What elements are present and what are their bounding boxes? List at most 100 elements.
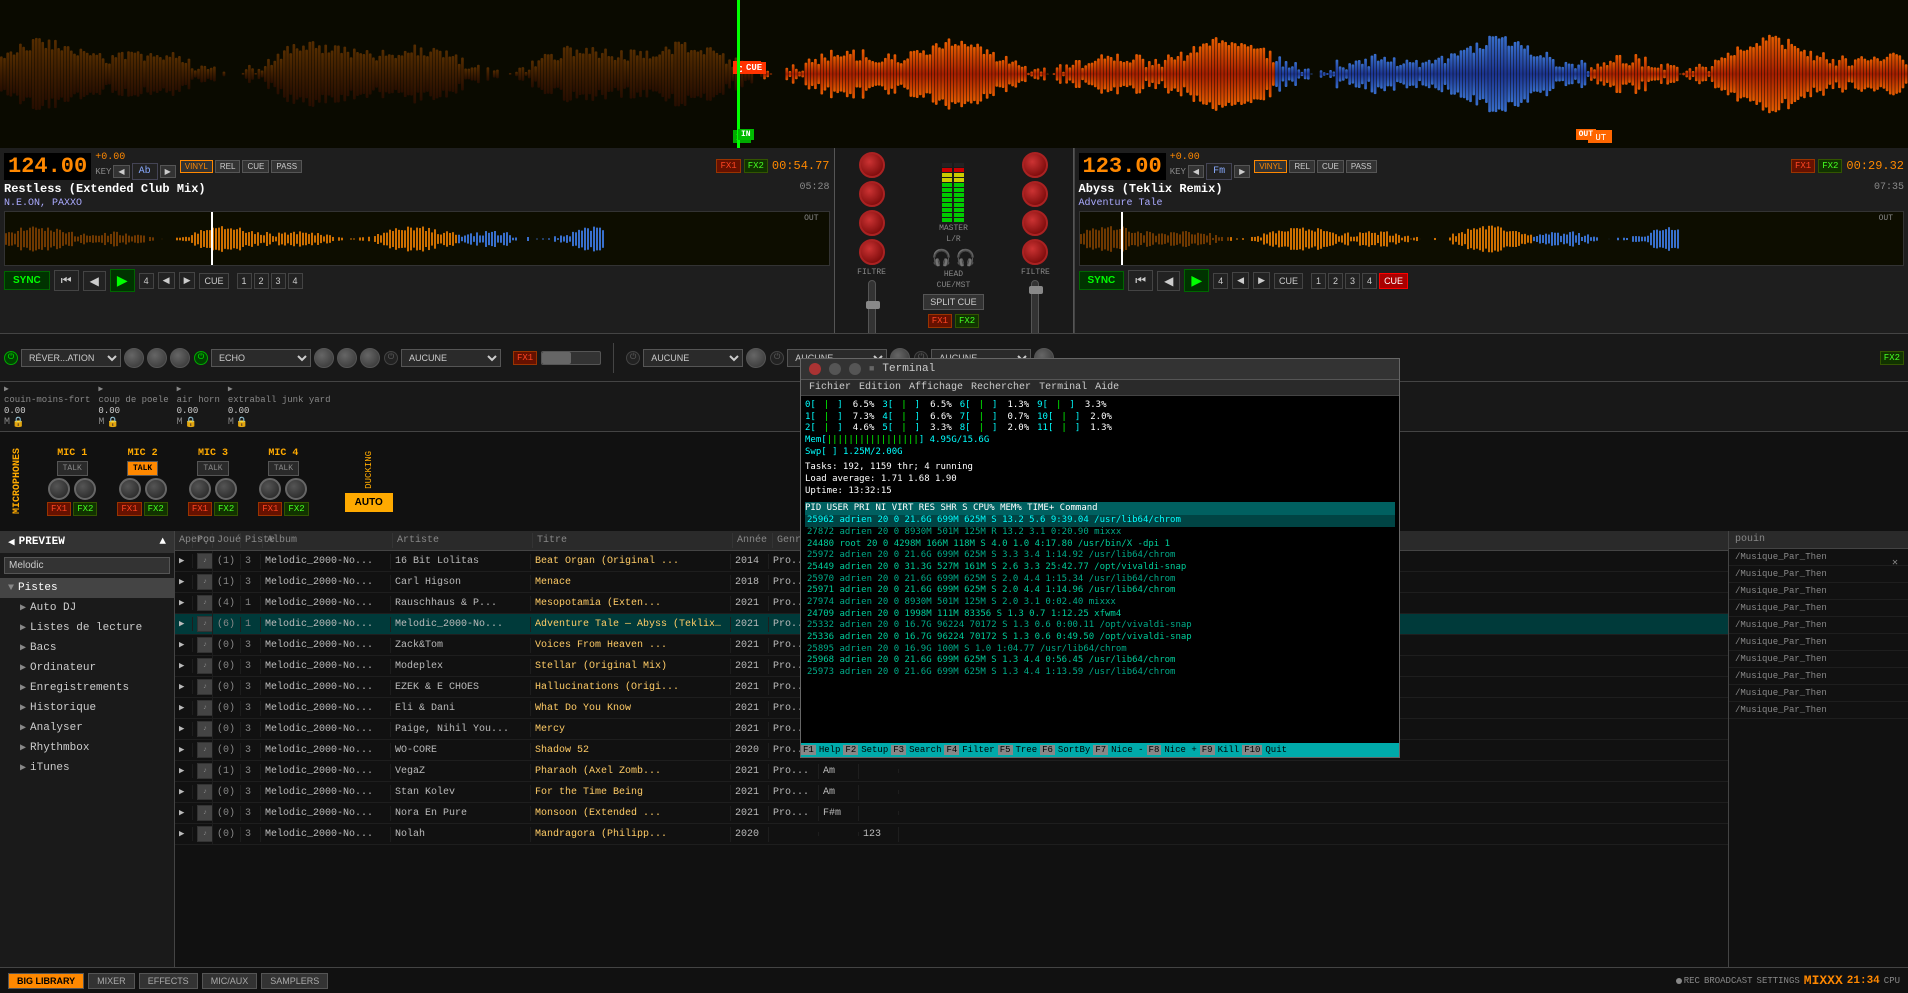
- terminal-menu-affichage[interactable]: Affichage: [909, 382, 963, 393]
- right-panel-item-4[interactable]: /Musique_Par_Then: [1729, 617, 1908, 634]
- tab-mixer[interactable]: MIXER: [88, 973, 135, 989]
- fx1-left-select[interactable]: RÉVER...ATION: [21, 349, 121, 367]
- terminal-close-btn[interactable]: [809, 363, 821, 375]
- fx1-left-power[interactable]: ⏻: [4, 351, 18, 365]
- sampler3-m-icon[interactable]: M: [228, 417, 234, 429]
- auto-btn[interactable]: AUTO: [345, 493, 393, 512]
- sampler1-lock-icon[interactable]: 🔒: [106, 417, 118, 429]
- right-back-btn[interactable]: ⏮: [1128, 270, 1153, 291]
- mic1-gain-knob[interactable]: [48, 478, 70, 500]
- mic2-fx2[interactable]: FX2: [144, 502, 168, 516]
- broadcast-label[interactable]: BROADCAST: [1704, 976, 1753, 986]
- terminal-menu-edition[interactable]: Edition: [859, 382, 901, 393]
- right-hot-red[interactable]: CUE: [1379, 273, 1408, 289]
- left-hot2[interactable]: 2: [254, 273, 269, 289]
- left-gain-knob[interactable]: [859, 152, 885, 178]
- right-mini-waveform[interactable]: OUT: [1079, 211, 1905, 266]
- right-panel-item-6[interactable]: /Musique_Par_Then: [1729, 651, 1908, 668]
- right-gain-knob[interactable]: [1022, 152, 1048, 178]
- row-preview-13[interactable]: ▶: [175, 827, 193, 841]
- right-prev-btn[interactable]: ◀: [1157, 271, 1180, 291]
- right-key-prev[interactable]: ◀: [1188, 165, 1204, 178]
- track-row[interactable]: ▶ ♪ (1) 3 Melodic_2000-No... VegaZ Phara…: [175, 761, 1728, 782]
- mixer-fx1[interactable]: FX1: [928, 314, 952, 328]
- right-panel-item-8[interactable]: /Musique_Par_Then: [1729, 685, 1908, 702]
- left-key-next[interactable]: ▶: [160, 165, 176, 178]
- sidebar-item-autodj[interactable]: ▶ Auto DJ: [0, 598, 174, 618]
- row-preview-8[interactable]: ▶: [175, 722, 193, 736]
- left-channel-fader[interactable]: [868, 280, 876, 333]
- row-preview-1[interactable]: ▶: [175, 575, 193, 589]
- row-preview-2[interactable]: ▶: [175, 596, 193, 610]
- col-played-header[interactable]: Joué: [213, 533, 241, 548]
- right-vinyl-btn[interactable]: VINYL: [1254, 160, 1287, 173]
- right-key-next[interactable]: ▶: [1234, 165, 1250, 178]
- right-mid-knob[interactable]: [1022, 210, 1048, 236]
- col-album-header[interactable]: Album: [263, 533, 393, 548]
- mic3-gain-knob[interactable]: [189, 478, 211, 500]
- col-artist-header[interactable]: Artiste: [393, 533, 533, 548]
- terminal-menu-rechercher[interactable]: Rechercher: [971, 382, 1031, 393]
- right-panel-item-1[interactable]: /Musique_Par_Then: [1729, 566, 1908, 583]
- mic4-talk-btn[interactable]: TALK: [268, 461, 299, 476]
- track-row[interactable]: ▶ ♪ (0) 3 Melodic_2000-No... Nora En Pur…: [175, 803, 1728, 824]
- fx2-left-knob2[interactable]: [337, 348, 357, 368]
- row-preview-0[interactable]: ▶: [175, 554, 193, 568]
- main-waveform[interactable]: // Generated inline via JS below: [0, 0, 1908, 148]
- sampler2-m-icon[interactable]: M: [177, 417, 183, 429]
- mic3-fx1[interactable]: FX1: [188, 502, 212, 516]
- left-prev-btn[interactable]: ◀: [83, 271, 106, 291]
- right-sync-btn[interactable]: SYNC: [1079, 271, 1125, 290]
- terminal-body[interactable]: 0[| ]6.5% 3[| ]6.5% 6[| ]1.3% 9[| ]3.3% …: [801, 396, 1399, 743]
- mic1-head-knob[interactable]: [74, 478, 96, 500]
- right-hot2[interactable]: 2: [1328, 273, 1343, 289]
- col-title-header[interactable]: Titre: [533, 533, 733, 548]
- mic1-talk-btn[interactable]: TALK: [57, 461, 88, 476]
- fx1-left-knob1[interactable]: [124, 348, 144, 368]
- right-hot4[interactable]: 4: [1362, 273, 1377, 289]
- fx2-left-power[interactable]: ⏻: [194, 351, 208, 365]
- mixer-fx2[interactable]: FX2: [955, 314, 979, 328]
- right-panel-item-2[interactable]: /Musique_Par_Then: [1729, 583, 1908, 600]
- row-preview-9[interactable]: ▶: [175, 743, 193, 757]
- left-mid-knob[interactable]: [859, 210, 885, 236]
- sidebar-item-ordinateur[interactable]: ▶ Ordinateur: [0, 658, 174, 678]
- right-loop-btn[interactable]: 4: [1213, 273, 1228, 289]
- mic3-fx2[interactable]: FX2: [214, 502, 238, 516]
- fx2-right-power[interactable]: ⏻: [770, 351, 784, 365]
- fx-mix-left-slider[interactable]: [541, 351, 601, 365]
- sampler0-lock-icon[interactable]: 🔒: [12, 417, 24, 429]
- right-lo-knob[interactable]: [1022, 239, 1048, 265]
- mic4-gain-knob[interactable]: [259, 478, 281, 500]
- row-preview-4[interactable]: ▶: [175, 638, 193, 652]
- mic3-head-knob[interactable]: [215, 478, 237, 500]
- right-fx2-tag[interactable]: FX2: [1818, 159, 1842, 173]
- sidebar-item-bacs[interactable]: ▶ Bacs: [0, 638, 174, 658]
- left-hot1[interactable]: 1: [237, 273, 252, 289]
- mic2-head-knob[interactable]: [145, 478, 167, 500]
- left-cue-btn[interactable]: CUE: [242, 160, 269, 173]
- left-rel-btn[interactable]: REL: [215, 160, 241, 173]
- right-cue-btn[interactable]: CUE: [1317, 160, 1344, 173]
- tab-big-library[interactable]: BIG LIBRARY: [8, 973, 84, 989]
- left-vinyl-btn[interactable]: VINYL: [180, 160, 213, 173]
- sampler1-m-icon[interactable]: M: [98, 417, 104, 429]
- settings-label[interactable]: SETTINGS: [1757, 976, 1800, 986]
- right-rel-btn[interactable]: REL: [1289, 160, 1315, 173]
- mic4-fx2[interactable]: FX2: [284, 502, 308, 516]
- right-loop-next[interactable]: ▶: [1253, 272, 1270, 289]
- right-panel-item-5[interactable]: /Musique_Par_Then: [1729, 634, 1908, 651]
- terminal-max-btn[interactable]: [849, 363, 861, 375]
- left-mini-waveform[interactable]: OUT: [4, 211, 830, 266]
- row-preview-6[interactable]: ▶: [175, 680, 193, 694]
- left-key-prev[interactable]: ◀: [113, 165, 129, 178]
- right-play-btn[interactable]: ▶: [1184, 269, 1209, 292]
- right-channel-fader[interactable]: [1031, 280, 1039, 333]
- sampler2-lock-icon[interactable]: 🔒: [185, 417, 197, 429]
- left-hot3[interactable]: 3: [271, 273, 286, 289]
- row-preview-7[interactable]: ▶: [175, 701, 193, 715]
- mic4-head-knob[interactable]: [285, 478, 307, 500]
- right-hi-knob[interactable]: [1022, 181, 1048, 207]
- right-panel-item-9[interactable]: /Musique_Par_Then: [1729, 702, 1908, 719]
- track-row[interactable]: ▶ ♪ (0) 3 Melodic_2000-No... Nolah Mandr…: [175, 824, 1728, 845]
